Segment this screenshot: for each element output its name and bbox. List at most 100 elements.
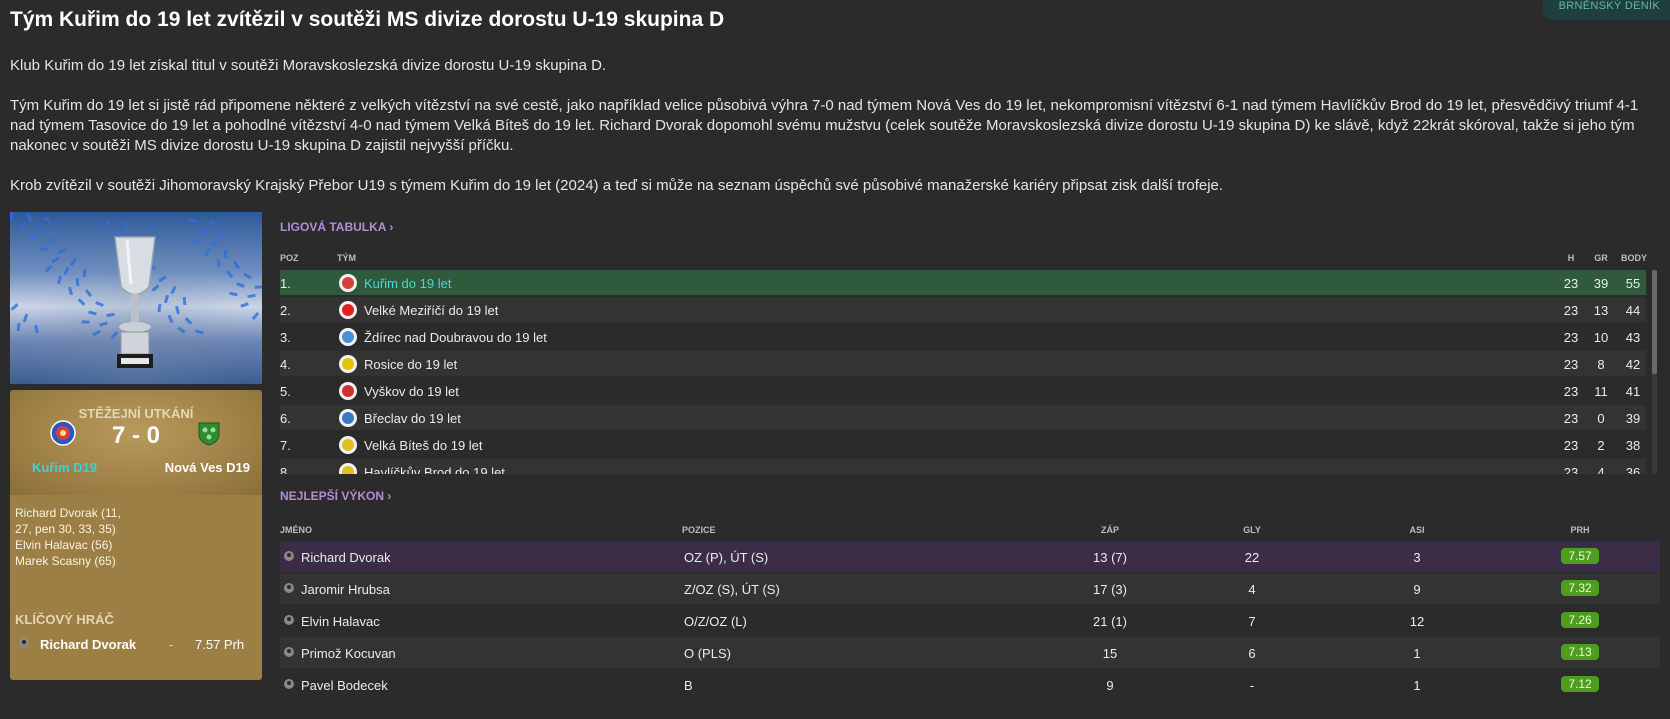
club-crest-icon [339,328,357,346]
player-position: Z/OZ (S), ÚT (S) [684,582,780,597]
confetti-piece [217,230,226,238]
player-row[interactable]: Jaromir Hrubsa Z/OZ (S), ÚT (S) 17 (3) 4 9 7.… [280,573,1660,604]
player-icon [19,638,29,648]
league-table-link[interactable]: LIGOVÁ TABULKA › [280,220,393,234]
player-row[interactable]: Richard Dvorak OZ (P), ÚT (S) 13 (7) 22 3 7.5… [280,541,1660,572]
league-table-row[interactable]: 2. Velké Meziříčí do 19 let 23 13 44 [280,297,1646,322]
league-table-row[interactable]: 5. Vyškov do 19 let 23 11 41 [280,378,1646,403]
player-assists: 3 [1413,550,1421,565]
confetti-piece [56,275,63,285]
confetti-piece [251,311,260,321]
match-header: STĚŽEJNÍ UTKÁNÍ 7 - 0 Kuřim D19 Nová Ves… [10,390,262,495]
confetti-piece [92,329,101,337]
confetti-piece [204,247,211,257]
best-performance-title: NEJLEPŠÍ VÝKON [280,489,385,503]
league-table-row[interactable]: 1. Kuřim do 19 let 23 39 55 [280,270,1646,295]
league-table-row[interactable]: 3. Ždírec nad Doubravou do 19 let 23 10 43 [280,324,1646,349]
player-name[interactable]: Pavel Bodecek [301,678,388,693]
confetti-piece [167,314,174,324]
confetti-piece [51,256,60,264]
confetti-piece [16,322,21,332]
league-scrollbar[interactable] [1652,270,1657,474]
news-headline: Tým Kuřim do 19 let zvítězil v soutěži M… [10,8,725,31]
player-name[interactable]: Jaromir Hrubsa [301,582,390,597]
goal-difference: 2 [1597,438,1605,453]
trophy-photo [10,212,262,384]
row-position: 1. [280,276,291,291]
col-header-goals: GLY [1243,525,1261,535]
player-name[interactable]: Elvin Halavac [301,614,380,629]
key-player-label: KLÍČOVÝ HRÁČ [15,612,114,627]
row-position: 4. [280,357,291,372]
player-row[interactable]: Primož Kocuvan O (PLS) 15 6 1 7.13 [280,637,1660,668]
goal-difference: 0 [1597,411,1605,426]
scrollbar-thumb[interactable] [1652,270,1657,374]
away-team-name[interactable]: Nová Ves D19 [165,460,250,475]
scorer-line: Marek Scasny (65) [15,554,116,568]
key-player-row[interactable]: Richard Dvorak - 7.57 Prh [15,635,255,655]
confetti-piece [199,228,208,236]
league-table-row[interactable]: 7. Velká Bíteš do 19 let 23 2 38 [280,432,1646,457]
key-player-name[interactable]: Richard Dvorak [40,637,136,652]
player-rating-badge: 7.26 [1561,612,1599,628]
team-name[interactable]: Břeclav do 19 let [364,411,461,426]
player-name[interactable]: Primož Kocuvan [301,646,396,661]
goal-difference: 13 [1593,303,1609,318]
player-position: OZ (P), ÚT (S) [684,550,769,565]
club-crest-icon [339,409,357,427]
row-position: 3. [280,330,291,345]
team-name[interactable]: Vyškov do 19 let [364,384,459,399]
confetti-piece [243,272,252,280]
team-name[interactable]: Rosice do 19 let [364,357,457,372]
confetti-piece [211,238,218,248]
league-table-row[interactable]: 6. Břeclav do 19 let 23 0 39 [280,405,1646,430]
home-team-name[interactable]: Kuřim D19 [32,460,97,475]
played: 23 [1563,330,1579,345]
points: 43 [1625,330,1641,345]
confetti-piece [88,310,97,316]
team-name[interactable]: Velká Bíteš do 19 let [364,438,483,453]
team-name[interactable]: Velké Meziříčí do 19 let [364,303,498,318]
confetti-piece [184,317,193,325]
team-name[interactable]: Havlíčkův Brod do 19 let [364,465,505,474]
league-table-row[interactable]: 4. Rosice do 19 let 23 8 42 [280,351,1646,376]
key-match-card[interactable]: STĚŽEJNÍ UTKÁNÍ 7 - 0 Kuřim D19 Nová Ves… [10,390,262,680]
player-apps: 17 (3) [1093,582,1127,597]
played: 23 [1563,276,1579,291]
confetti-piece [195,329,204,335]
newspaper-source-tag: BRNĚNSKÝ DENÍK [1542,0,1670,20]
confetti-piece [216,258,221,268]
player-assists: 9 [1413,582,1421,597]
confetti-piece [77,298,86,306]
goal-difference: 11 [1594,384,1608,399]
team-name[interactable]: Kuřim do 19 let [364,276,451,291]
team-name[interactable]: Ždírec nad Doubravou do 19 let [364,330,547,345]
confetti-piece [254,285,262,289]
player-row[interactable]: Pavel Bodecek B 9 - 1 7.12 [280,669,1660,700]
league-table-row[interactable]: 8. Havlíčkův Brod do 19 let 23 4 36 [280,459,1646,474]
row-position: 5. [280,384,291,399]
best-performance-link[interactable]: NEJLEPŠÍ VÝKON › [280,489,391,503]
confetti-piece [225,269,234,279]
player-goals: 7 [1248,614,1256,629]
confetti-piece [36,225,45,233]
confetti-piece [82,268,87,278]
article-paragraph-2: Tým Kuřim do 19 let si jistě rád připome… [10,97,1639,154]
player-assists: 1 [1413,678,1421,693]
player-row[interactable]: Elvin Halavac O/Z/OZ (L) 21 (1) 7 12 7.26 [280,605,1660,636]
player-goals: 22 [1244,550,1260,565]
player-name[interactable]: Richard Dvorak [301,550,391,565]
confetti-piece [223,249,228,259]
col-header-assists: ASI [1409,525,1425,535]
player-icon [284,679,294,689]
trophy-icon [114,236,156,368]
confetti-piece [29,234,38,242]
scorer-line: Richard Dvorak (11, [15,506,121,520]
club-crest-icon [339,463,357,474]
confetti-piece [104,219,111,229]
confetti-piece [10,303,19,311]
row-position: 8. [280,465,291,474]
player-icon [284,615,294,625]
confetti-piece [75,277,80,287]
confetti-piece [123,221,128,231]
